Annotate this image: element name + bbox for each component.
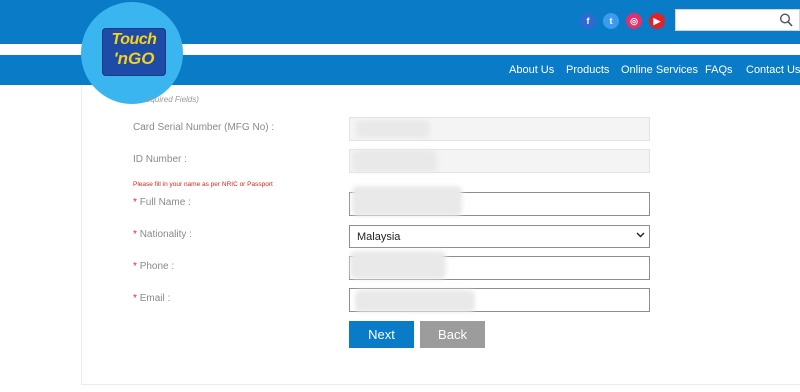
redacted-blur bbox=[352, 150, 437, 172]
content-frame-left bbox=[81, 85, 82, 385]
nationality-select[interactable]: Malaysia bbox=[349, 225, 650, 248]
nav-products[interactable]: Products bbox=[566, 64, 609, 76]
nav-online-services[interactable]: Online Services bbox=[621, 64, 698, 76]
id-number-label: ID Number : bbox=[133, 154, 187, 165]
redacted-blur bbox=[355, 290, 475, 312]
search-input[interactable] bbox=[676, 10, 788, 30]
search-icon[interactable] bbox=[779, 12, 793, 28]
full-name-label-text: Full Name : bbox=[139, 197, 191, 208]
redacted-blur bbox=[356, 120, 430, 138]
content-frame-bottom bbox=[81, 384, 800, 385]
facebook-icon[interactable]: f bbox=[580, 13, 596, 29]
phone-label-text: Phone : bbox=[139, 261, 175, 272]
nationality-label-text: Nationality : bbox=[139, 229, 192, 240]
search-box bbox=[675, 9, 800, 31]
required-asterisk: * bbox=[133, 229, 137, 240]
email-label-text: Email : bbox=[139, 293, 171, 304]
back-button[interactable]: Back bbox=[420, 321, 485, 348]
logo-text-top: Touch bbox=[111, 31, 157, 48]
email-label: * Email : bbox=[133, 293, 170, 304]
required-asterisk: * bbox=[133, 197, 137, 208]
logo-text-bottom: 'nGO bbox=[113, 49, 155, 68]
full-name-hint: Please fill in your name as per NRIC or … bbox=[133, 181, 273, 188]
chevron-down-icon bbox=[636, 232, 645, 238]
required-asterisk: * bbox=[133, 293, 137, 304]
redacted-blur bbox=[352, 186, 462, 216]
card-serial-label: Card Serial Number (MFG No) : bbox=[133, 122, 275, 133]
required-asterisk: * bbox=[133, 261, 137, 272]
redacted-blur bbox=[350, 251, 446, 279]
nationality-label: * Nationality : bbox=[133, 229, 192, 240]
required-fields-note: equired Fields) bbox=[146, 95, 199, 104]
nav-contact-us[interactable]: Contact Us bbox=[746, 64, 800, 76]
youtube-icon[interactable]: ▶ bbox=[649, 13, 665, 29]
phone-label: * Phone : bbox=[133, 261, 174, 272]
instagram-icon[interactable]: ◎ bbox=[626, 13, 642, 29]
nav-faqs[interactable]: FAQs bbox=[705, 64, 733, 76]
twitter-icon[interactable]: t bbox=[603, 13, 619, 29]
touch-n-go-logo[interactable]: Touch 'nGO bbox=[102, 28, 166, 76]
next-button[interactable]: Next bbox=[349, 321, 414, 348]
nav-about-us[interactable]: About Us bbox=[509, 64, 554, 76]
full-name-label: * Full Name : bbox=[133, 197, 191, 208]
